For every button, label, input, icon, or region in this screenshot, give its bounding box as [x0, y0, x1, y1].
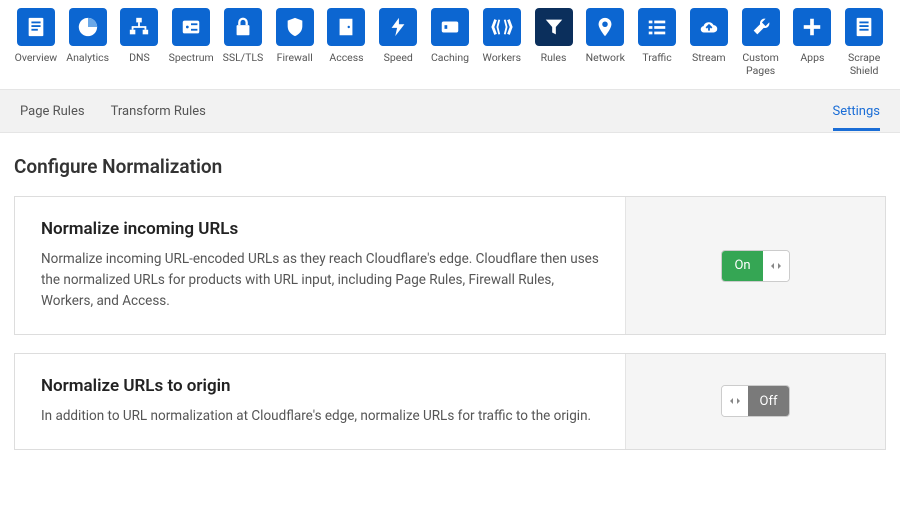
nav-item-custom-pages[interactable]: Custom Pages — [737, 8, 785, 77]
toggle-handle-icon — [763, 251, 789, 281]
nav-item-ssltls[interactable]: SSL/TLS — [219, 8, 267, 77]
nav-label: Traffic — [642, 52, 671, 65]
nav-item-access[interactable]: Access — [323, 8, 371, 77]
document-icon — [17, 8, 55, 46]
nav-item-firewall[interactable]: Firewall — [271, 8, 319, 77]
normalize-origin-toggle[interactable]: Off — [721, 385, 791, 417]
nav-label: Analytics — [66, 52, 109, 65]
nav-item-spectrum[interactable]: Spectrum — [167, 8, 215, 77]
toggle-handle-icon — [722, 386, 748, 416]
nav-label: Overview — [15, 52, 58, 65]
pie-icon — [69, 8, 107, 46]
nav-item-stream[interactable]: Stream — [685, 8, 733, 77]
sub-nav: Page Rules Transform Rules Settings — [0, 89, 900, 133]
nav-label: Custom Pages — [742, 52, 779, 77]
card-normalize-incoming: Normalize incoming URLs Normalize incomin… — [14, 196, 886, 335]
nav-item-caching[interactable]: Caching — [426, 8, 474, 77]
nav-item-speed[interactable]: Speed — [374, 8, 422, 77]
card-title: Normalize incoming URLs — [41, 219, 599, 239]
card-desc: Normalize incoming URL-encoded URLs as t… — [41, 249, 599, 312]
card-toggle-area: Off — [625, 354, 885, 449]
sub-nav-left: Page Rules Transform Rules — [20, 92, 206, 131]
card-content: Normalize incoming URLs Normalize incomin… — [15, 197, 625, 334]
funnel-icon — [535, 8, 573, 46]
card-title: Normalize URLs to origin — [41, 376, 599, 396]
nav-label: SSL/TLS — [223, 52, 264, 65]
bolt-icon — [379, 8, 417, 46]
drive-icon — [431, 8, 469, 46]
cloud-up-icon — [690, 8, 728, 46]
list-icon — [638, 8, 676, 46]
toggle-off-label: Off — [748, 386, 790, 416]
nav-label: Access — [329, 52, 363, 65]
toggle-on-label: On — [722, 251, 762, 281]
nav-label: Stream — [692, 52, 726, 65]
nav-label: Apps — [800, 52, 824, 65]
nav-item-scrape-shield[interactable]: Scrape Shield — [840, 8, 888, 77]
hierarchy-icon — [120, 8, 158, 46]
document2-icon — [845, 8, 883, 46]
server-icon — [172, 8, 210, 46]
nav-item-rules[interactable]: Rules — [530, 8, 578, 77]
nav-label: Workers — [483, 52, 521, 65]
sub-nav-right: Settings — [833, 92, 880, 130]
brackets-icon — [483, 8, 521, 46]
nav-label: Rules — [541, 52, 567, 65]
nav-item-traffic[interactable]: Traffic — [633, 8, 681, 77]
nav-label: Scrape Shield — [848, 52, 880, 77]
nav-item-apps[interactable]: Apps — [788, 8, 836, 77]
nav-item-workers[interactable]: Workers — [478, 8, 526, 77]
nav-label: Caching — [431, 52, 469, 65]
card-desc: In addition to URL normalization at Clou… — [41, 406, 599, 427]
subnav-page-rules[interactable]: Page Rules — [20, 92, 85, 131]
card-toggle-area: On — [625, 197, 885, 334]
nav-item-overview[interactable]: Overview — [12, 8, 60, 77]
wrench-icon — [742, 8, 780, 46]
nav-label: DNS — [129, 52, 150, 65]
shield-icon — [276, 8, 314, 46]
nav-label: Network — [586, 52, 625, 65]
nav-label: Speed — [384, 52, 413, 65]
nav-item-analytics[interactable]: Analytics — [64, 8, 112, 77]
card-content: Normalize URLs to origin In addition to U… — [15, 354, 625, 449]
subnav-settings[interactable]: Settings — [833, 92, 880, 131]
plus-icon — [793, 8, 831, 46]
page-title: Configure Normalization — [0, 133, 900, 196]
nav-item-network[interactable]: Network — [581, 8, 629, 77]
door-icon — [327, 8, 365, 46]
subnav-transform-rules[interactable]: Transform Rules — [111, 92, 206, 131]
top-nav: Overview Analytics DNS Spectrum SSL/TLS Firew… — [0, 0, 900, 81]
nav-item-dns[interactable]: DNS — [116, 8, 164, 77]
normalize-incoming-toggle[interactable]: On — [721, 250, 789, 282]
pin-icon — [586, 8, 624, 46]
lock-icon — [224, 8, 262, 46]
card-normalize-origin: Normalize URLs to origin In addition to U… — [14, 353, 886, 450]
nav-label: Spectrum — [169, 52, 214, 65]
nav-label: Firewall — [277, 52, 313, 65]
